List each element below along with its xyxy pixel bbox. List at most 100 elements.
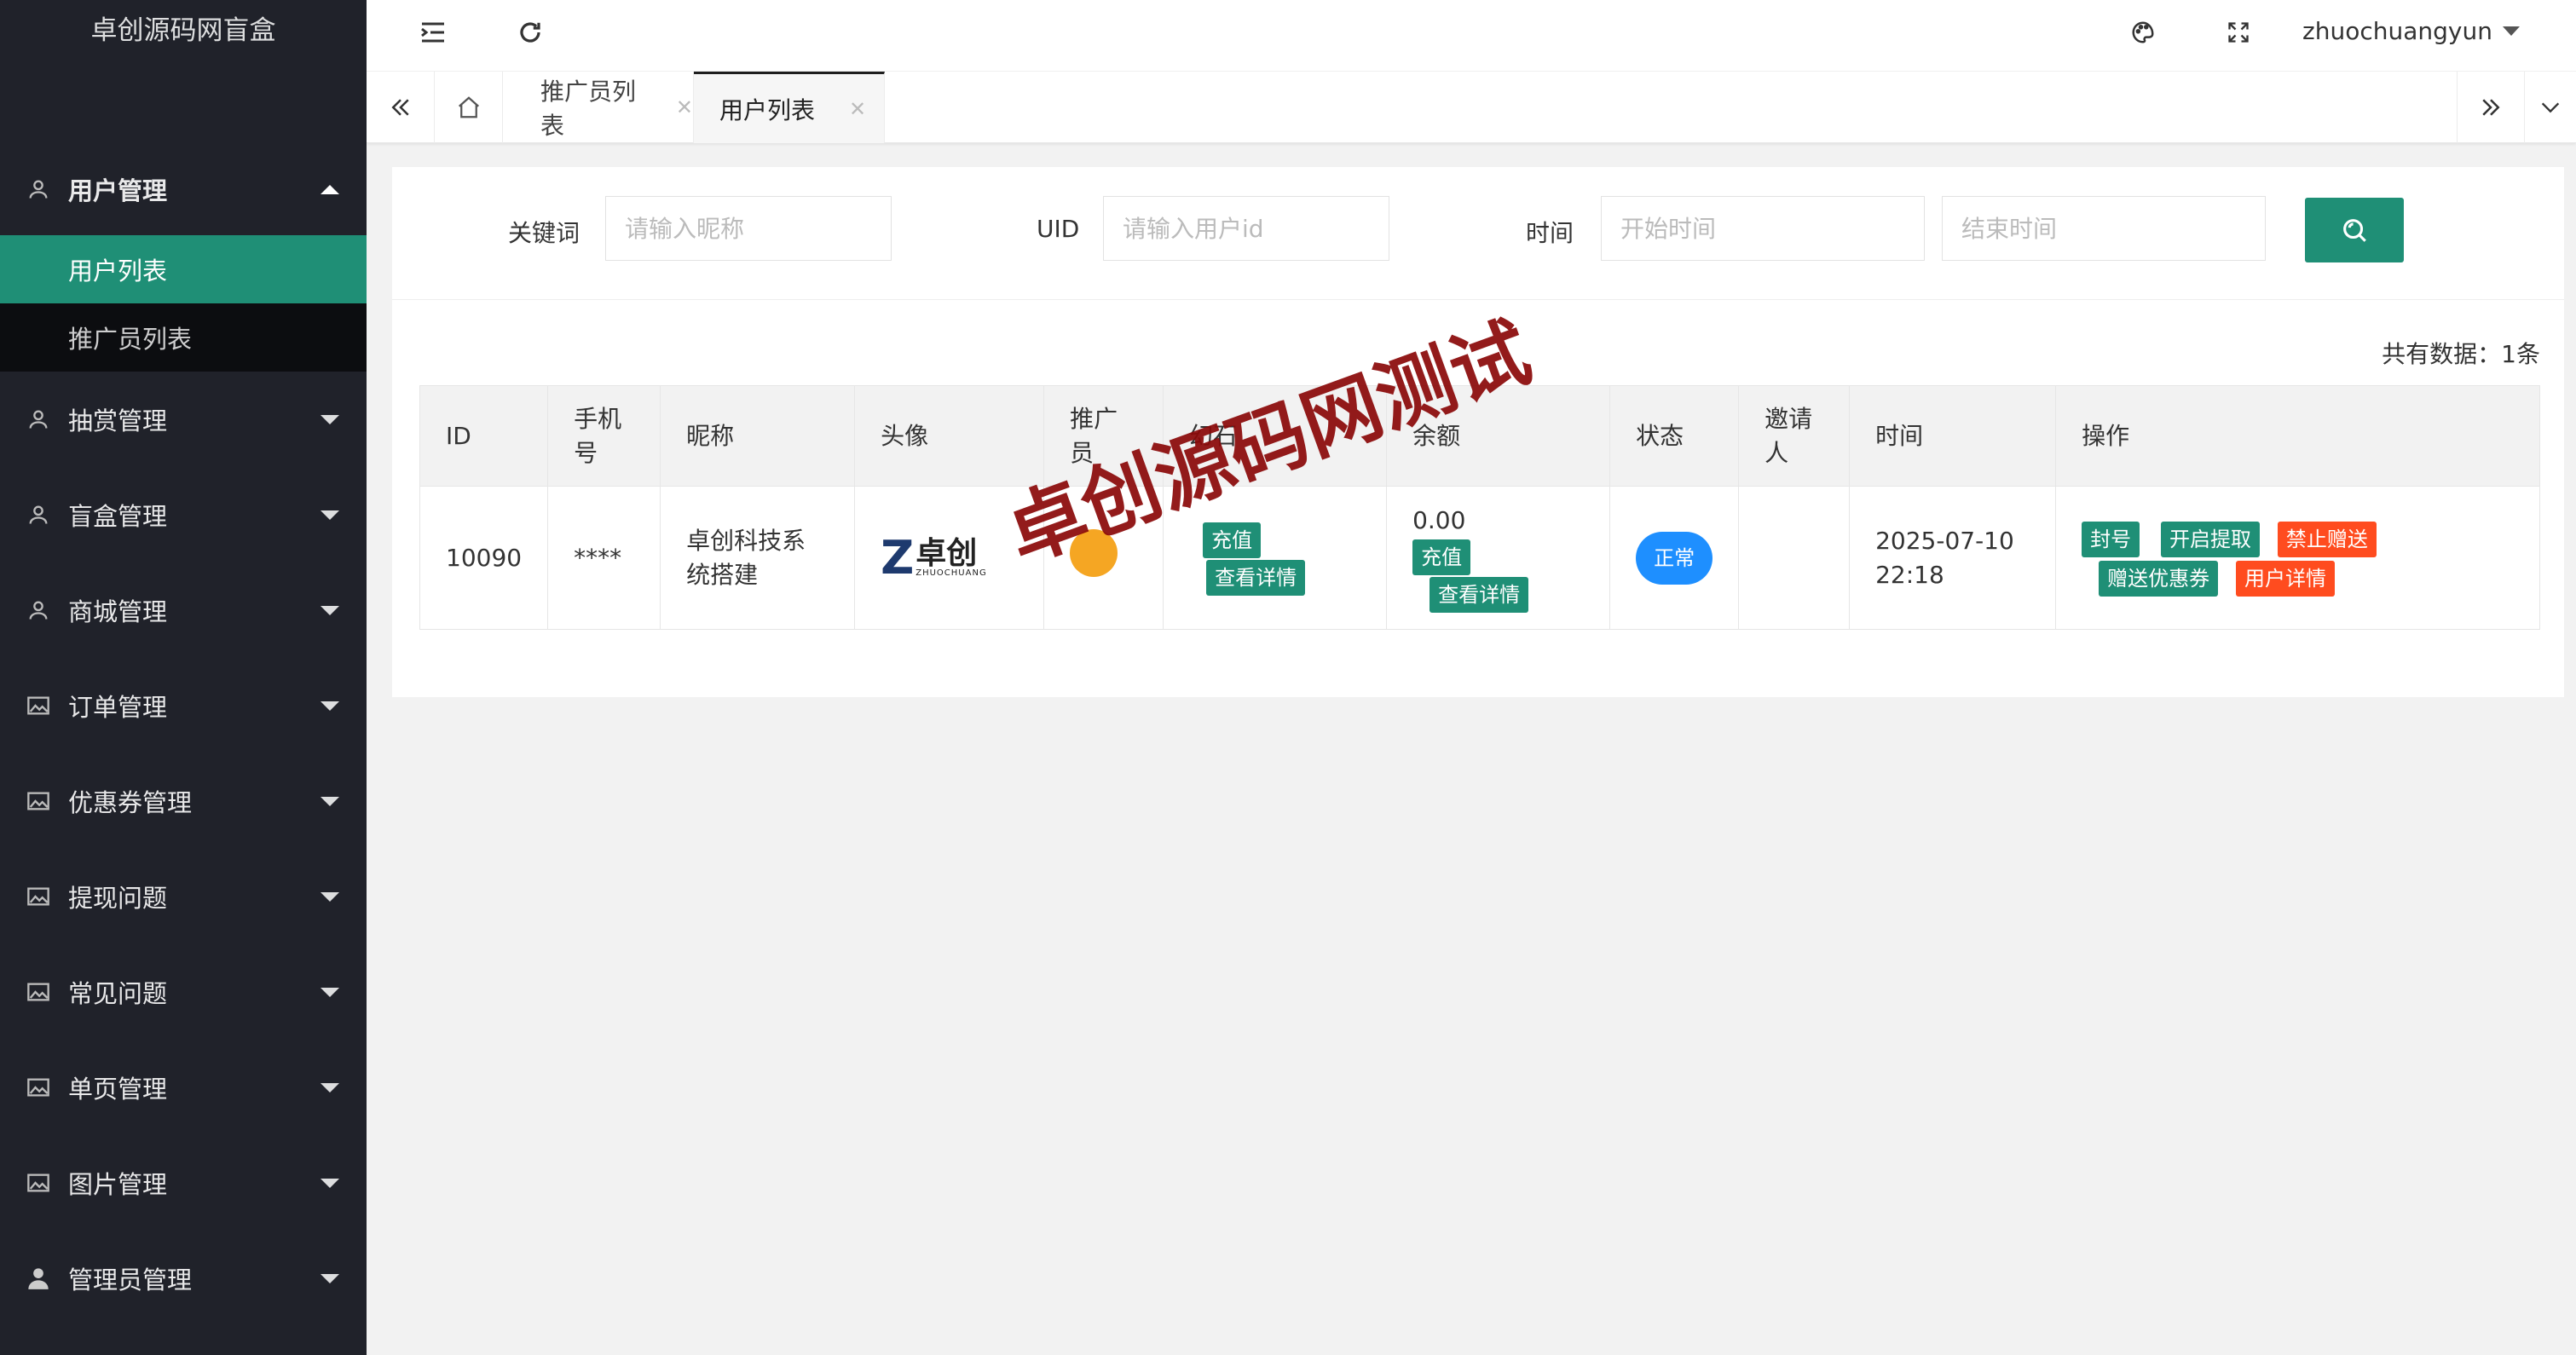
uid-label: UID: [1037, 215, 1080, 243]
image-icon: [26, 1075, 51, 1100]
cell-phone: ****: [547, 486, 661, 630]
col-inviter: 邀请人: [1738, 385, 1851, 487]
sidebar-item-blindbox-management[interactable]: 盲盒管理: [0, 467, 367, 562]
page-tabs: 推广员列表 ✕ 用户列表 ✕: [367, 72, 2576, 143]
theme-palette-icon[interactable]: [2123, 0, 2163, 65]
tab-label: 推广员列表: [540, 78, 637, 140]
user-detail-button[interactable]: 用户详情: [2235, 560, 2335, 597]
user-table: ID 手机号 昵称 头像 推广员 幻石 余额 状态 邀请人 时间 操作 1009…: [419, 385, 2540, 630]
forbid-gift-button[interactable]: 禁止赠送: [2277, 521, 2377, 557]
promoter-coin-icon: [1070, 529, 1118, 577]
sidebar-item-label: 订单管理: [68, 693, 168, 722]
app-title: 卓创源码网盲盒: [90, 15, 276, 46]
cell-nickname: 卓创科技系统搭建: [660, 486, 856, 630]
sidebar-item-reward-management[interactable]: 抽赏管理: [0, 372, 367, 467]
chevron-down-icon: [2503, 26, 2520, 36]
time-label: 时间: [1526, 219, 1574, 247]
end-time-input[interactable]: [1942, 196, 2266, 261]
sidebar-item-coupon-management[interactable]: 优惠券管理: [0, 753, 367, 849]
chevron-down-icon: [321, 1083, 339, 1093]
uid-input[interactable]: [1103, 196, 1389, 261]
balance-detail-button[interactable]: 查看详情: [1430, 576, 1529, 613]
avatar: Z 卓创 ZHUOCHUANG: [881, 530, 1018, 585]
stone-recharge-button[interactable]: 充值: [1203, 522, 1262, 558]
image-icon: [26, 693, 51, 718]
cell-inviter: [1738, 486, 1851, 630]
open-withdraw-button[interactable]: 开启提取: [2160, 521, 2260, 557]
image-icon: [26, 884, 51, 909]
chevron-up-icon: [321, 185, 339, 194]
tabs-scroll-right-icon[interactable]: [2457, 72, 2525, 143]
chevron-down-icon: [321, 1274, 339, 1283]
col-status: 状态: [1609, 385, 1740, 487]
sidebar-item-faq[interactable]: 常见问题: [0, 944, 367, 1040]
tabs-scroll-left-icon[interactable]: [367, 72, 435, 143]
fullscreen-icon[interactable]: [2218, 0, 2259, 65]
sidebar-item-admin-management[interactable]: 管理员管理: [0, 1231, 367, 1326]
sidebar-item-withdraw-questions[interactable]: 提现问题: [0, 849, 367, 944]
sidebar-item-label: 盲盒管理: [68, 502, 168, 531]
keyword-label: 关键词: [508, 219, 580, 247]
close-icon[interactable]: ✕: [676, 95, 693, 119]
col-nickname: 昵称: [660, 385, 856, 487]
admin-icon: [26, 1266, 51, 1291]
user-menu[interactable]: zhuochuangyun: [2302, 0, 2520, 61]
sidebar-item-mall-management[interactable]: 商城管理: [0, 562, 367, 658]
cell-actions: 封号 开启提取 禁止赠送 赠送优惠券 用户详情: [2055, 486, 2540, 630]
col-phone: 手机号: [547, 385, 661, 487]
chevron-down-icon: [321, 892, 339, 902]
top-header: zhuochuangyun: [367, 0, 2576, 72]
sidebar-item-label: 提现问题: [68, 884, 168, 913]
refresh-icon[interactable]: [510, 0, 551, 65]
col-avatar: 头像: [854, 385, 1045, 487]
keyword-input[interactable]: [605, 196, 892, 261]
sidebar-item-page-management[interactable]: 单页管理: [0, 1040, 367, 1135]
table-header-row: ID 手机号 昵称 头像 推广员 幻石 余额 状态 邀请人 时间 操作: [419, 385, 2540, 487]
search-button[interactable]: [2305, 198, 2404, 262]
menu-toggle-icon[interactable]: [413, 0, 453, 65]
cell-status: 正常: [1609, 486, 1740, 630]
tabs-dropdown-icon[interactable]: [2525, 72, 2576, 143]
start-time-input[interactable]: [1601, 196, 1925, 261]
sidebar-item-image-management[interactable]: 图片管理: [0, 1135, 367, 1231]
col-balance: 余额: [1386, 385, 1611, 487]
col-id: ID: [419, 385, 549, 487]
submenu-user-management: 用户列表 推广员列表: [0, 235, 367, 372]
tab-promoter-list[interactable]: 推广员列表 ✕: [503, 72, 694, 143]
sidebar-item-label: 单页管理: [68, 1075, 168, 1104]
main-panel: 关键词 UID 时间 共有数据：1条 ID 手机号 昵称 头像 推广员 幻石 余…: [392, 167, 2564, 697]
cell-balance: 0.00 充值 查看详情: [1386, 486, 1611, 630]
logo-z-mark: Z: [881, 530, 914, 585]
sidebar-item-promoter-list[interactable]: 推广员列表: [0, 303, 367, 372]
status-badge: 正常: [1636, 531, 1713, 585]
image-icon: [26, 788, 51, 814]
total-count: 共有数据：1条: [2382, 340, 2540, 368]
cell-time: 2025-07-10 22:18: [1849, 486, 2057, 630]
chevron-down-icon: [321, 510, 339, 520]
balance-recharge-button[interactable]: 充值: [1412, 539, 1471, 575]
username: zhuochuangyun: [2302, 16, 2492, 45]
sidebar-item-order-management[interactable]: 订单管理: [0, 658, 367, 753]
col-stone: 幻石: [1163, 385, 1388, 487]
balance-value: 0.00: [1412, 505, 1466, 534]
sidebar-item-label: 商城管理: [68, 597, 168, 626]
cell-stone: 充值 查看详情: [1163, 486, 1388, 630]
sidebar-item-user-management[interactable]: 用户管理: [0, 143, 367, 235]
user-icon: [26, 502, 51, 528]
close-icon[interactable]: ✕: [849, 97, 866, 121]
stone-detail-button[interactable]: 查看详情: [1206, 559, 1306, 596]
tab-user-list[interactable]: 用户列表 ✕: [694, 72, 885, 143]
user-icon: [26, 406, 51, 432]
col-promoter: 推广员: [1043, 385, 1164, 487]
cell-avatar: Z 卓创 ZHUOCHUANG: [854, 486, 1045, 630]
tab-label: 用户列表: [719, 95, 816, 124]
ban-button[interactable]: 封号: [2082, 521, 2140, 557]
cell-id: 10090: [419, 486, 549, 630]
home-tab-icon[interactable]: [435, 72, 503, 143]
chevron-down-icon: [321, 797, 339, 806]
sidebar-item-user-list[interactable]: 用户列表: [0, 235, 367, 303]
chevron-down-icon: [321, 701, 339, 711]
chevron-down-icon: [321, 988, 339, 997]
cell-promoter: [1043, 486, 1164, 630]
give-coupon-button[interactable]: 赠送优惠券: [2099, 560, 2219, 597]
